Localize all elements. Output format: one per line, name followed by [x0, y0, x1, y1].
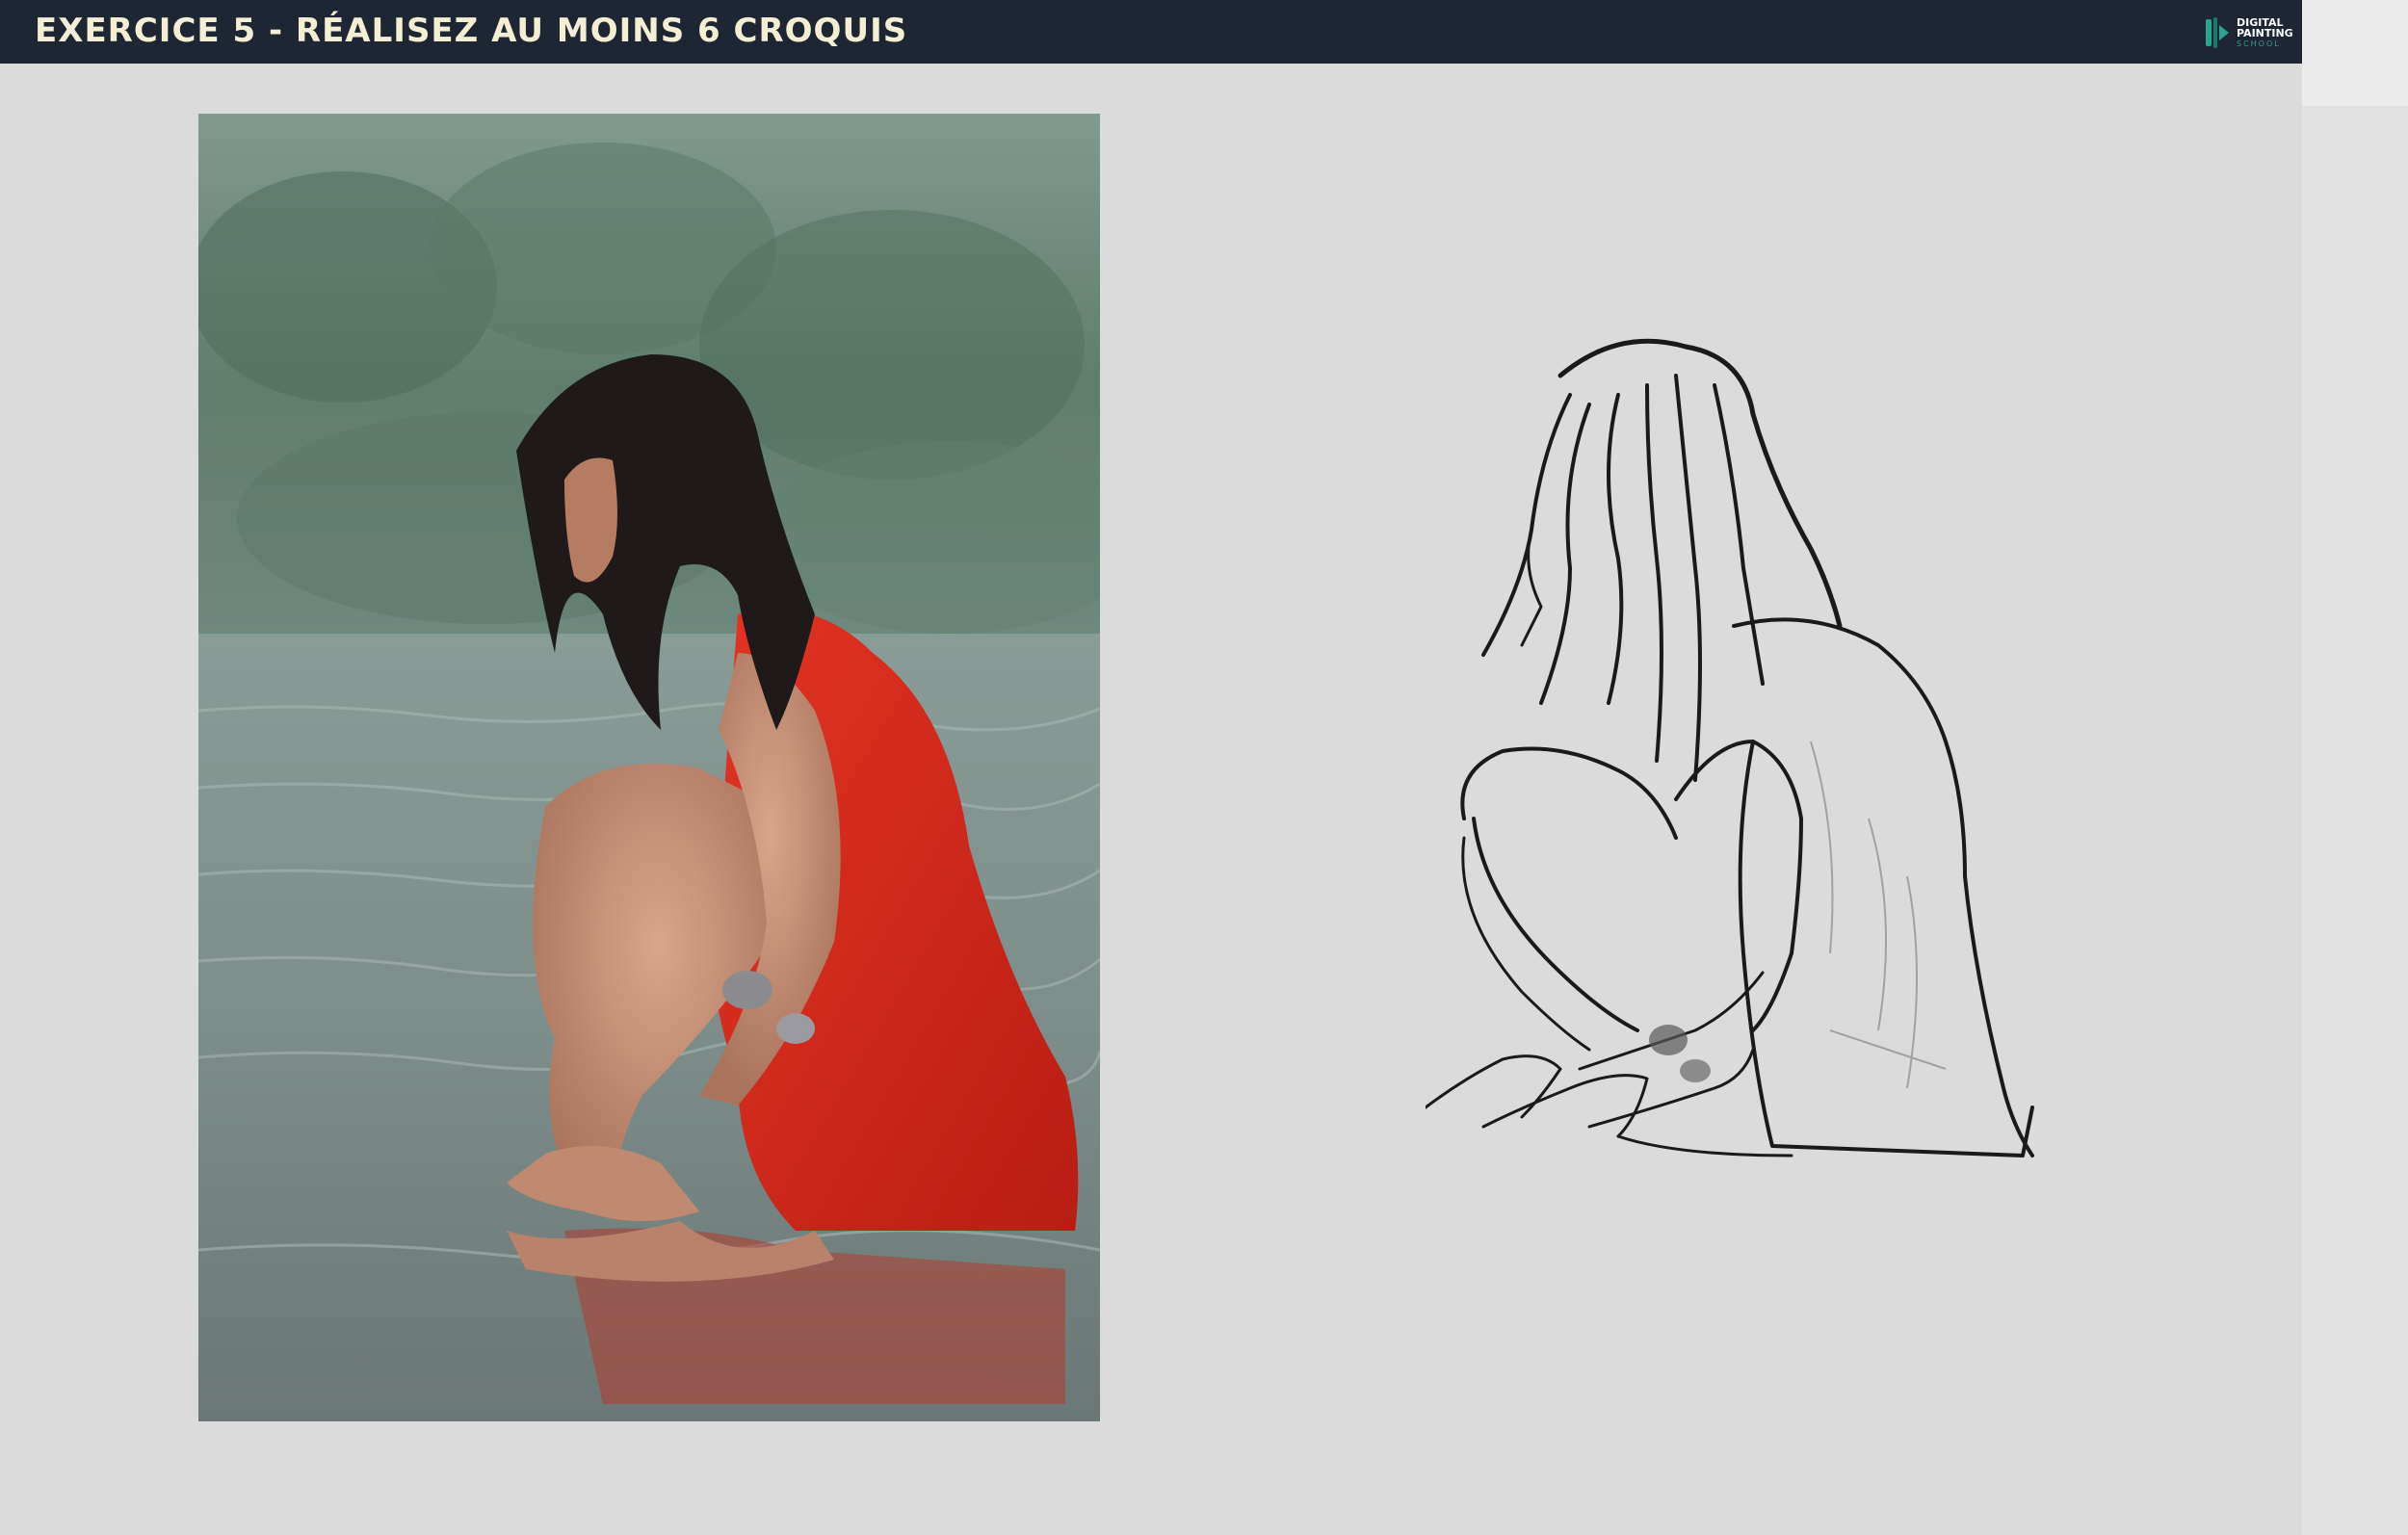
school-logo[interactable]: DIGITAL PAINTING SCHOOL: [2202, 13, 2298, 52]
logo-line-3: SCHOOL: [2237, 39, 2281, 48]
right-side-panel: [2302, 0, 2408, 1535]
reference-photo: [198, 114, 1100, 1421]
logo-text: DIGITAL PAINTING SCHOOL: [2237, 17, 2293, 49]
line-sketch: [1426, 338, 2034, 1158]
brush-logo-icon: [2206, 17, 2229, 48]
page-title: EXERCICE 5 - RÉALISEZ AU MOINS 6 CROQUIS: [35, 12, 908, 50]
logo-line-2: PAINTING: [2237, 27, 2293, 39]
side-panel-corner: [2302, 0, 2408, 106]
header-bar: EXERCICE 5 - RÉALISEZ AU MOINS 6 CROQUIS…: [0, 0, 2302, 64]
